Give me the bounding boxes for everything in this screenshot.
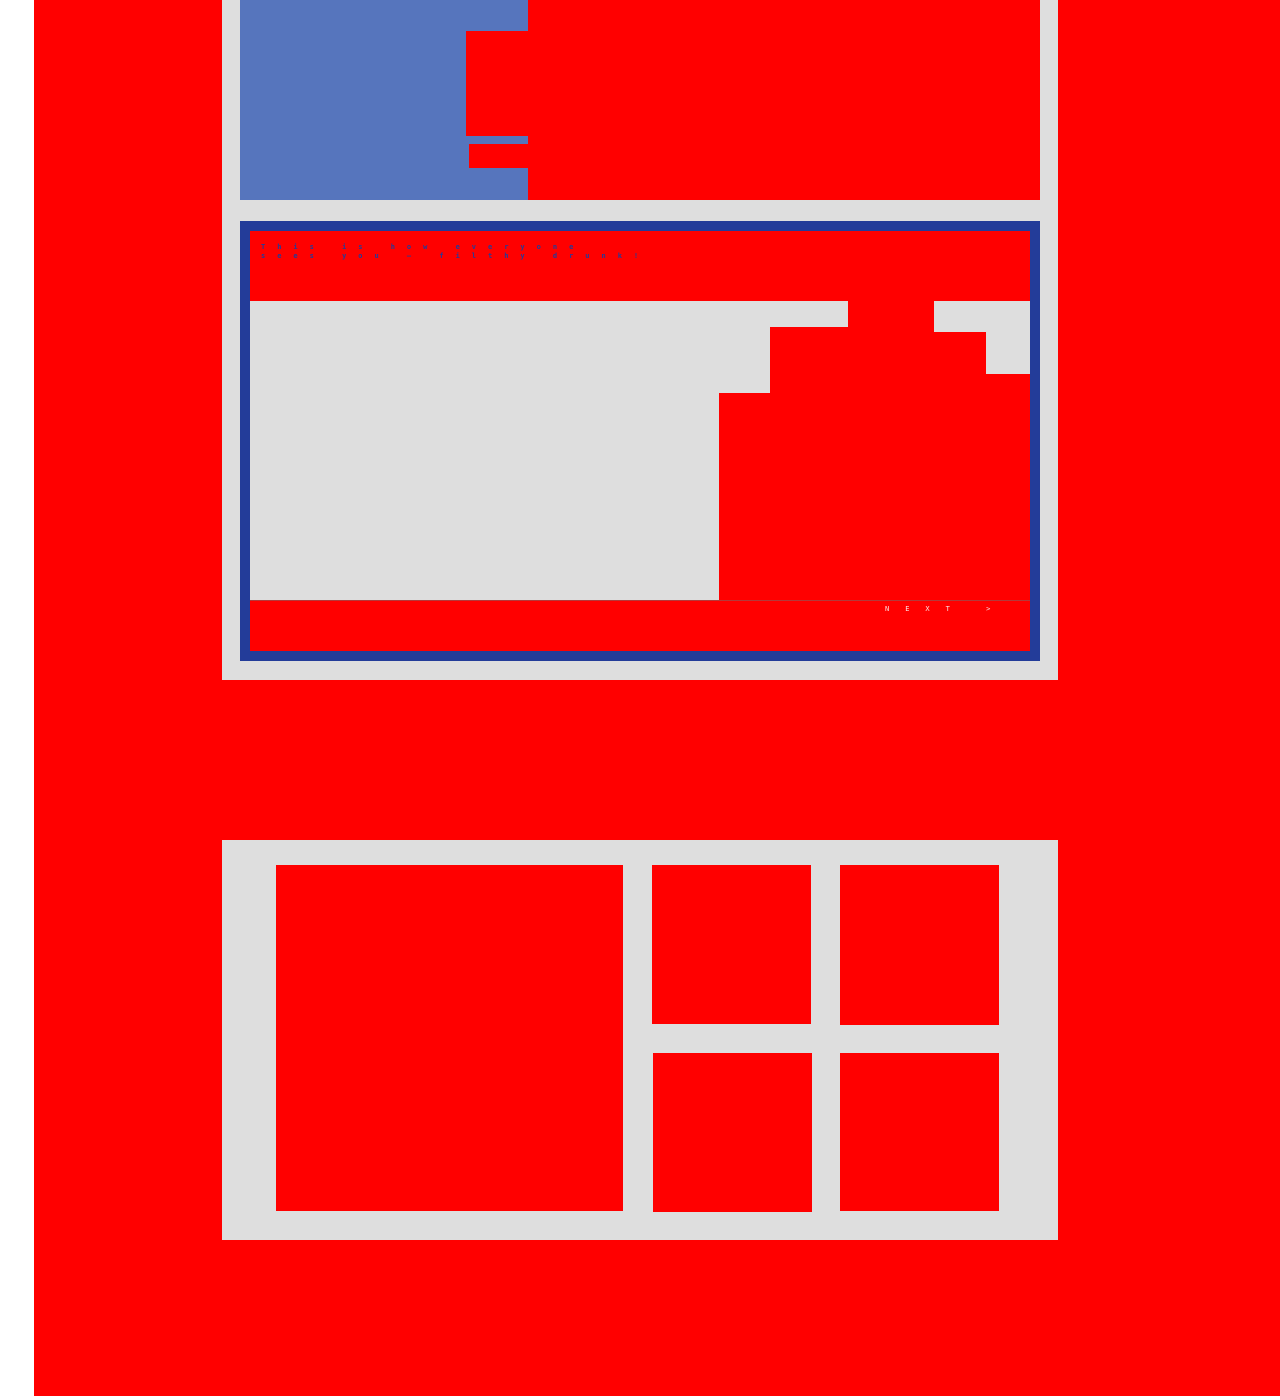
slide-caption: This is how everyone sees you — filthy d…: [261, 243, 651, 261]
gallery-tile[interactable]: [840, 1053, 999, 1211]
gallery-card: [222, 840, 1058, 1240]
next-button[interactable]: NEXT >: [885, 605, 1006, 613]
slide-image-panel: [250, 301, 848, 327]
gallery-tile-large[interactable]: [276, 865, 623, 1211]
slide-viewport: This is how everyone sees you — filthy d…: [250, 231, 1030, 651]
hero-image-block-small: [469, 144, 528, 168]
slide-caption-line: sees you — filthy drunk!: [261, 252, 651, 260]
slide-divider: [250, 600, 1030, 601]
hero-image: [240, 0, 1040, 200]
slide-image-panel: [250, 327, 770, 393]
hero-image-block: [466, 31, 528, 136]
gallery-tile[interactable]: [652, 865, 811, 1024]
slide-image-panel: [250, 393, 719, 601]
gallery-tile[interactable]: [840, 865, 999, 1025]
slide-image-panel: [934, 301, 1030, 332]
slide-caption-line: This is how everyone: [261, 243, 586, 251]
slide-frame: This is how everyone sees you — filthy d…: [240, 221, 1040, 661]
slide-image-panel: [986, 332, 1030, 374]
gallery-tile[interactable]: [653, 1053, 812, 1212]
